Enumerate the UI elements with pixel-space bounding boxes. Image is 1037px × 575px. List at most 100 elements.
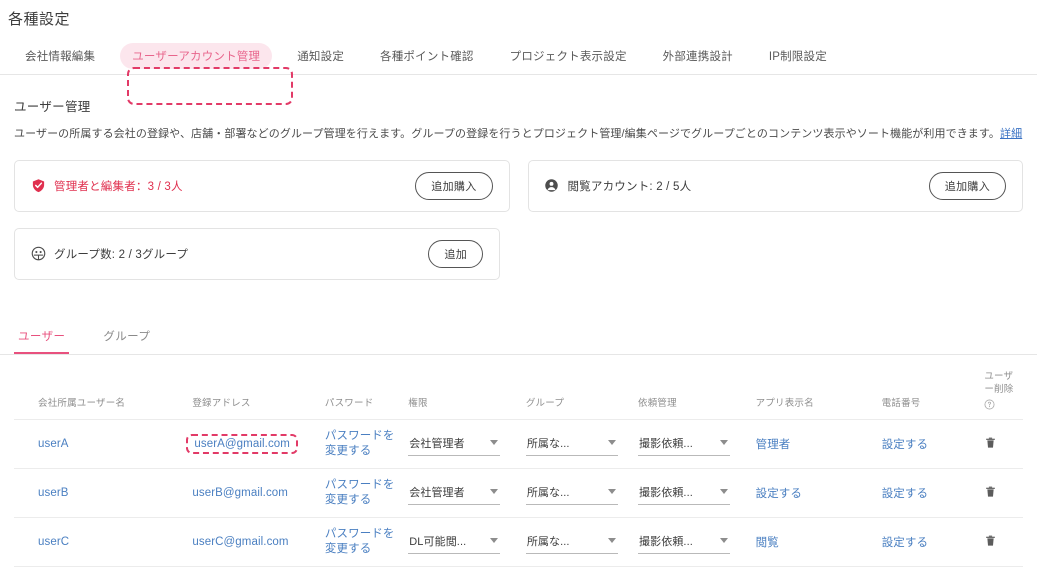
cell-permission[interactable]: DL可能閲... bbox=[406, 517, 524, 568]
request-management-select[interactable]: 撮影依頼... bbox=[638, 531, 731, 554]
card-group-label: グループ数: 2 / 3グループ bbox=[54, 248, 189, 261]
change-password-link[interactable]: パスワードを変更する bbox=[325, 478, 402, 508]
users-table-body: userA userA@gmail.com パスワードを変更する 会社管理者 所… bbox=[14, 419, 1023, 568]
subtab-users[interactable]: ユーザー bbox=[14, 322, 70, 354]
cell-username[interactable]: userB bbox=[14, 468, 191, 519]
chevron-down-icon bbox=[720, 489, 729, 495]
permission-select-value: 会社管理者 bbox=[409, 486, 465, 499]
permission-select[interactable]: 会社管理者 bbox=[408, 433, 501, 456]
cell-delete[interactable] bbox=[982, 419, 1023, 470]
trash-icon[interactable] bbox=[984, 533, 997, 548]
help-circle-icon[interactable] bbox=[984, 399, 995, 410]
user-management-section: ユーザー管理 ユーザーの所属する会社の登録や、店舗・部署などのグループ管理を行え… bbox=[0, 96, 1037, 280]
cell-request-management[interactable]: 撮影依頼... bbox=[636, 468, 754, 519]
section-title: ユーザー管理 bbox=[14, 100, 91, 114]
cell-email[interactable]: userC@gmail.com bbox=[190, 517, 323, 568]
cell-password[interactable]: パスワードを変更する bbox=[322, 419, 407, 470]
card-admin-label: 管理者と編集者：3 / 3人 bbox=[54, 180, 183, 193]
group-select[interactable]: 所属な... bbox=[525, 433, 618, 456]
request-management-select-value: 撮影依頼... bbox=[639, 486, 693, 499]
cell-app-display-name[interactable]: 管理者 bbox=[753, 419, 880, 470]
th-phone: 電話番号 bbox=[879, 360, 983, 421]
chevron-down-icon bbox=[607, 489, 616, 495]
card-viewer-label: 閲覧アカウント: 2 / 5人 bbox=[567, 180, 692, 193]
group-icon bbox=[30, 246, 46, 262]
cell-permission[interactable]: 会社管理者 bbox=[406, 419, 524, 470]
users-table-head: 会社所属ユーザー名 登録アドレス パスワード 権限 グループ 依頼管理 アプリ表… bbox=[14, 360, 1023, 421]
tab-ip-restriction[interactable]: IP制限設定 bbox=[758, 43, 838, 69]
chevron-down-icon bbox=[720, 440, 729, 446]
app-display-name-link[interactable]: 閲覧 bbox=[756, 537, 779, 549]
subtab-groups[interactable]: グループ bbox=[99, 322, 154, 354]
email-text: userA@gmail.com bbox=[194, 438, 290, 451]
table-row: userA userA@gmail.com パスワードを変更する 会社管理者 所… bbox=[14, 419, 1023, 470]
card-viewer-account-count: 閲覧アカウント: 2 / 5人 追加購入 bbox=[527, 159, 1023, 212]
tab-point-check[interactable]: 各種ポイント確認 bbox=[369, 43, 485, 69]
stat-cards-row-2: グループ数: 2 / 3グループ 追加 bbox=[14, 227, 1023, 280]
group-select[interactable]: 所属な... bbox=[525, 531, 618, 554]
cell-password[interactable]: パスワードを変更する bbox=[322, 517, 407, 568]
cell-group[interactable]: 所属な... bbox=[523, 419, 637, 470]
tab-notification-settings[interactable]: 通知設定 bbox=[286, 43, 355, 69]
settings-tabbar: 会社情報編集 ユーザーアカウント管理 通知設定 各種ポイント確認 プロジェクト表… bbox=[0, 37, 1037, 105]
app-display-name-link[interactable]: 管理者 bbox=[756, 439, 791, 451]
request-management-select-value: 撮影依頼... bbox=[639, 535, 693, 548]
th-request-management: 依頼管理 bbox=[636, 360, 754, 421]
cell-request-management[interactable]: 撮影依頼... bbox=[636, 517, 754, 568]
users-table: 会社所属ユーザー名 登録アドレス パスワード 権限 グループ 依頼管理 アプリ表… bbox=[14, 360, 1023, 568]
permission-select[interactable]: DL可能閲... bbox=[408, 531, 501, 554]
permission-select[interactable]: 会社管理者 bbox=[408, 482, 501, 505]
cell-group[interactable]: 所属な... bbox=[523, 517, 637, 568]
chevron-down-icon bbox=[607, 538, 616, 544]
permission-select-value: 会社管理者 bbox=[409, 437, 465, 450]
cell-app-display-name[interactable]: 設定する bbox=[753, 468, 880, 519]
add-group-button[interactable]: 追加 bbox=[428, 239, 483, 268]
table-row: userB userB@gmail.com パスワードを変更する 会社管理者 所… bbox=[14, 468, 1023, 519]
request-management-select[interactable]: 撮影依頼... bbox=[638, 433, 731, 456]
card-admin-body: 管理者と編集者：3 / 3人 bbox=[30, 178, 415, 194]
cell-username[interactable]: userA bbox=[14, 419, 191, 470]
cell-app-display-name[interactable]: 閲覧 bbox=[753, 517, 880, 568]
cell-username[interactable]: userC bbox=[14, 517, 191, 568]
phone-setting-link[interactable]: 設定する bbox=[882, 488, 928, 500]
cell-request-management[interactable]: 撮影依頼... bbox=[636, 419, 754, 470]
cell-email[interactable]: userB@gmail.com bbox=[190, 468, 323, 519]
detail-link[interactable]: 詳細 bbox=[1000, 128, 1022, 140]
change-password-link[interactable]: パスワードを変更する bbox=[325, 527, 402, 557]
card-admin-editor-count: 管理者と編集者：3 / 3人 追加購入 bbox=[14, 159, 510, 212]
change-password-link[interactable]: パスワードを変更する bbox=[325, 429, 402, 459]
th-app-display-name: アプリ表示名 bbox=[753, 360, 880, 421]
tab-company-info[interactable]: 会社情報編集 bbox=[14, 43, 106, 69]
th-group: グループ bbox=[523, 360, 637, 421]
chevron-down-icon bbox=[607, 440, 616, 446]
section-description: ユーザーの所属する会社の登録や、店舗・部署などのグループ管理を行えます。グループ… bbox=[14, 126, 1023, 144]
cell-password[interactable]: パスワードを変更する bbox=[322, 468, 407, 519]
cell-permission[interactable]: 会社管理者 bbox=[406, 468, 524, 519]
cell-phone[interactable]: 設定する bbox=[879, 468, 983, 519]
tab-user-account-management[interactable]: ユーザーアカウント管理 bbox=[120, 42, 273, 69]
tab-project-display-settings[interactable]: プロジェクト表示設定 bbox=[499, 43, 638, 69]
buy-more-admin-button[interactable]: 追加購入 bbox=[415, 171, 493, 200]
permission-select-value: DL可能閲... bbox=[409, 535, 467, 548]
chevron-down-icon bbox=[490, 440, 499, 446]
tab-external-integration[interactable]: 外部連携設計 bbox=[652, 43, 744, 69]
phone-setting-link[interactable]: 設定する bbox=[882, 537, 928, 549]
group-select-value: 所属な... bbox=[526, 486, 570, 499]
app-display-name-link[interactable]: 設定する bbox=[756, 488, 802, 500]
group-select[interactable]: 所属な... bbox=[525, 482, 618, 505]
phone-setting-link[interactable]: 設定する bbox=[882, 439, 928, 451]
trash-icon[interactable] bbox=[984, 435, 997, 450]
users-table-wrap: 会社所属ユーザー名 登録アドレス パスワード 権限 グループ 依頼管理 アプリ表… bbox=[0, 360, 1037, 568]
buy-more-viewer-button[interactable]: 追加購入 bbox=[928, 171, 1006, 200]
cell-email[interactable]: userA@gmail.com bbox=[186, 419, 323, 470]
request-management-select[interactable]: 撮影依頼... bbox=[638, 482, 731, 505]
cell-delete[interactable] bbox=[982, 468, 1023, 519]
trash-icon[interactable] bbox=[984, 484, 997, 499]
cell-delete[interactable] bbox=[982, 517, 1023, 568]
cell-phone[interactable]: 設定する bbox=[879, 517, 983, 568]
group-select-value: 所属な... bbox=[526, 437, 570, 450]
cell-group[interactable]: 所属な... bbox=[523, 468, 637, 519]
cell-phone[interactable]: 設定する bbox=[879, 419, 983, 470]
card-group-count: グループ数: 2 / 3グループ 追加 bbox=[14, 227, 500, 280]
email-text: userB@gmail.com bbox=[192, 487, 288, 500]
